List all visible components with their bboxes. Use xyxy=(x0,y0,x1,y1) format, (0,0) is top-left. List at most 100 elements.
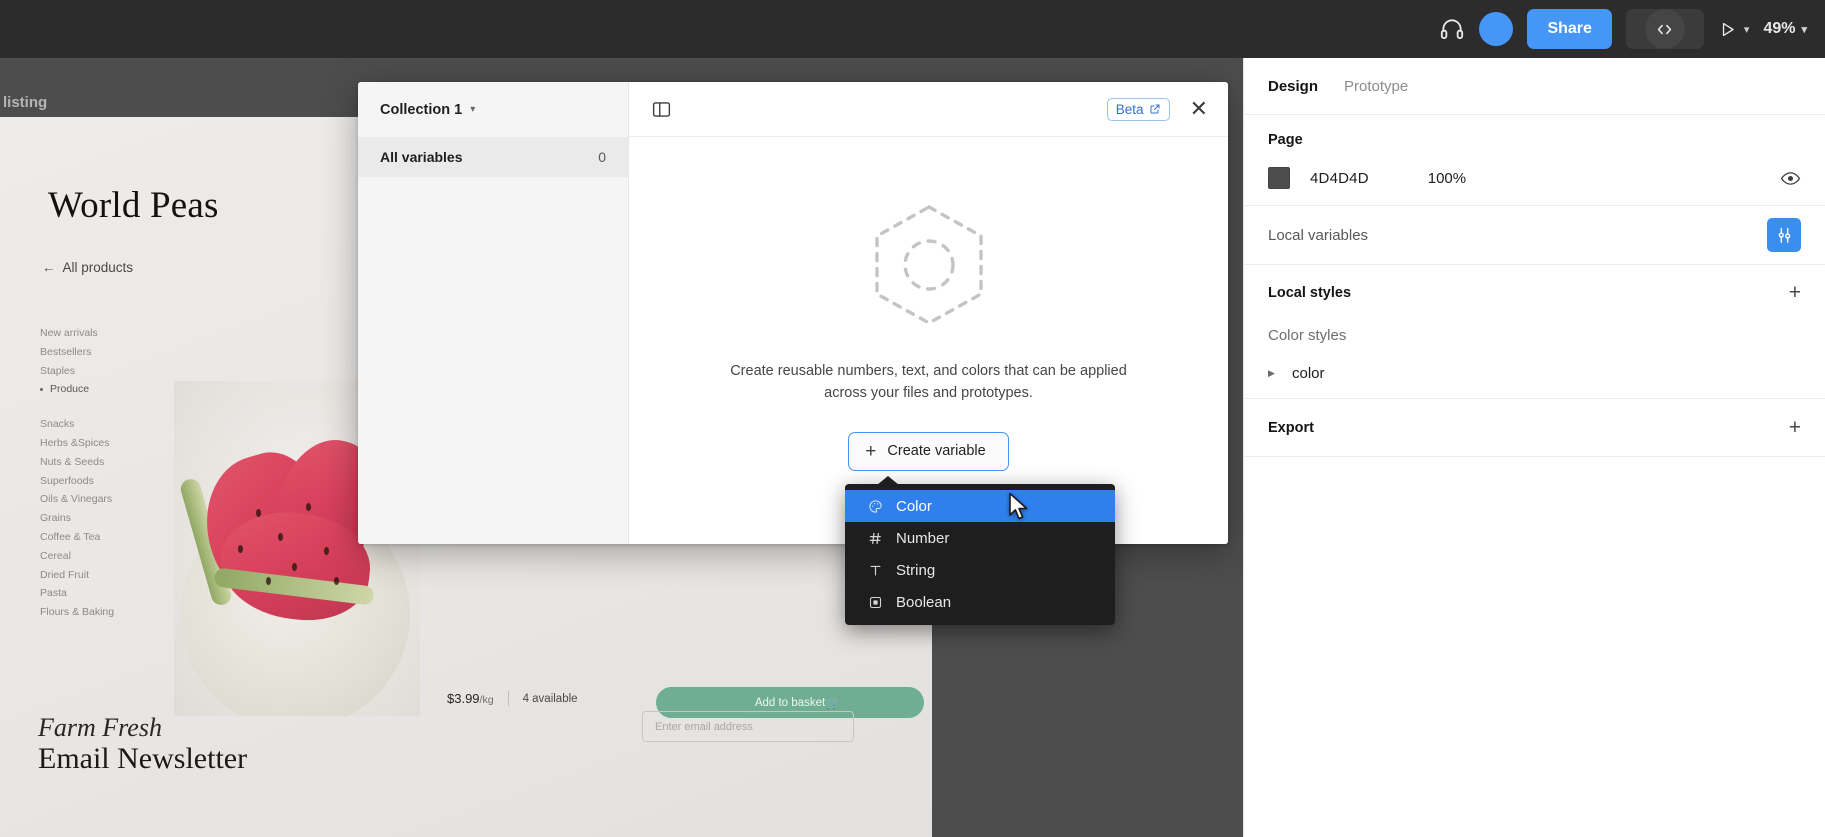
plus-icon[interactable]: + xyxy=(1789,417,1801,438)
menu-item-color[interactable]: Color xyxy=(845,490,1115,522)
price-value: $3.99 xyxy=(447,691,480,706)
menu-item-label: Number xyxy=(896,529,950,547)
hash-icon xyxy=(867,531,884,546)
menu-item-string[interactable]: String xyxy=(845,554,1115,586)
collections-sidebar: Collection 1 ▾ All variables 0 xyxy=(358,82,629,544)
dashed-hexagon-icon xyxy=(867,201,991,334)
menu-item-label: String xyxy=(896,561,936,579)
dev-mode-toggle[interactable] xyxy=(1625,9,1704,49)
category-nav-item[interactable]: Cereal xyxy=(40,547,190,566)
category-nav-item[interactable]: Pasta xyxy=(40,584,190,603)
variables-modal: Collection 1 ▾ All variables 0 Beta ✕ Cr… xyxy=(358,82,1228,544)
plus-icon[interactable]: + xyxy=(1789,282,1801,303)
product-price: $3.99/kg xyxy=(447,691,494,706)
page-color-hex[interactable]: 4D4D4D xyxy=(1310,170,1369,187)
email-input[interactable]: Enter email address xyxy=(642,711,854,742)
present-button[interactable]: ▾ xyxy=(1718,20,1750,39)
tab-prototype[interactable]: Prototype xyxy=(1344,78,1408,95)
all-products-link[interactable]: ← All products xyxy=(42,260,133,275)
eye-icon[interactable] xyxy=(1780,168,1801,189)
newsletter-title: Farm Fresh xyxy=(38,713,162,742)
newsletter-subtitle: Email Newsletter xyxy=(38,742,248,775)
beta-badge[interactable]: Beta xyxy=(1106,97,1170,121)
price-row: $3.99/kg 4 available xyxy=(447,691,578,706)
avatar[interactable] xyxy=(1479,12,1514,46)
chevron-down-icon: ▾ xyxy=(470,104,476,115)
headphones-icon[interactable] xyxy=(1439,16,1465,42)
style-group-color[interactable]: ▶ color xyxy=(1268,365,1801,382)
add-to-basket-label: Add to basket xyxy=(754,696,826,709)
modal-header-actions: Beta ✕ xyxy=(1106,96,1212,122)
category-nav-item[interactable]: Staples xyxy=(40,362,190,381)
collection-selector[interactable]: Collection 1 ▾ xyxy=(358,82,628,137)
color-styles-label: Color styles xyxy=(1268,327,1347,344)
frame-label[interactable]: oduct listing xyxy=(0,94,47,111)
category-nav-item[interactable]: Snacks xyxy=(40,415,190,434)
category-nav-item[interactable]: New arrivals xyxy=(40,324,190,343)
create-variable-label: Create variable xyxy=(887,443,986,459)
category-nav-item[interactable]: Oils & Vinegars xyxy=(40,490,190,509)
divider xyxy=(507,691,509,706)
local-variables-row[interactable]: Local variables xyxy=(1244,206,1825,265)
category-nav-item[interactable]: Produce xyxy=(40,380,190,399)
sidebar-toggle-icon[interactable] xyxy=(651,98,673,120)
seed xyxy=(306,503,311,511)
empty-state-text: Create reusable numbers, text, and color… xyxy=(730,362,1127,401)
category-nav-item[interactable]: Superfoods xyxy=(40,472,190,491)
page-opacity[interactable]: 100% xyxy=(1428,170,1466,187)
beta-label: Beta xyxy=(1115,101,1144,117)
page-section-title: Page xyxy=(1268,132,1303,148)
category-nav-item[interactable]: Grains xyxy=(40,509,190,528)
menu-item-number[interactable]: Number xyxy=(845,522,1115,554)
page-color-row: 4D4D4D 100% xyxy=(1268,167,1801,189)
category-nav-item[interactable]: Dried Fruit xyxy=(40,566,190,585)
toolbar-actions: Share ▾ 49% ▾ xyxy=(1439,9,1825,49)
color-swatch[interactable] xyxy=(1268,167,1290,189)
menu-item-label: Color xyxy=(896,497,932,515)
menu-item-boolean[interactable]: Boolean xyxy=(845,586,1115,618)
seed xyxy=(238,545,243,553)
create-variable-button[interactable]: + Create variable xyxy=(848,431,1009,471)
menu-item-label: Boolean xyxy=(896,593,952,611)
all-products-label: All products xyxy=(62,260,134,275)
seed xyxy=(324,547,329,555)
close-icon[interactable]: ✕ xyxy=(1186,96,1212,122)
app-root: Share ▾ 49% ▾ o xyxy=(0,0,1825,837)
local-styles-title: Local styles xyxy=(1268,284,1352,301)
variables-sliders-icon[interactable] xyxy=(1767,218,1801,252)
basket-icon: 🛒 xyxy=(825,695,840,710)
page-section: Page 4D4D4D 100% xyxy=(1244,115,1825,206)
tab-design[interactable]: Design xyxy=(1268,78,1318,95)
category-nav-item[interactable]: Herbs &Spices xyxy=(40,434,190,453)
top-toolbar: Share ▾ 49% ▾ xyxy=(0,0,1825,58)
category-nav-item[interactable]: Bestsellers xyxy=(40,343,190,362)
chevron-down-icon: ▾ xyxy=(1743,23,1750,36)
palette-icon xyxy=(867,499,884,514)
seed xyxy=(292,563,297,571)
export-title: Export xyxy=(1268,419,1314,436)
plus-icon: + xyxy=(865,440,877,462)
modal-header: Beta ✕ xyxy=(629,82,1228,137)
zoom-control[interactable]: 49% ▾ xyxy=(1763,20,1807,38)
all-variables-label: All variables xyxy=(380,149,463,165)
text-t-icon xyxy=(867,563,884,578)
seed xyxy=(256,509,261,517)
chevron-right-icon: ▶ xyxy=(1268,368,1275,378)
back-arrow-icon: ← xyxy=(42,260,56,275)
design-panel: Design Prototype Page 4D4D4D 100% Local … xyxy=(1243,58,1825,837)
collection-name: Collection 1 xyxy=(380,101,463,118)
menu-arrow xyxy=(877,476,899,485)
code-icon xyxy=(1644,9,1685,49)
share-button[interactable]: Share xyxy=(1527,9,1612,49)
category-nav: New arrivals Bestsellers Staples Produce Sna… xyxy=(40,324,190,622)
boolean-icon xyxy=(867,595,884,610)
local-styles-section: Local styles + Color styles ▶ color xyxy=(1244,265,1825,399)
category-nav-item[interactable]: Coffee & Tea xyxy=(40,528,190,547)
category-nav-item[interactable]: Flours & Baking xyxy=(40,603,190,622)
empty-state: Create reusable numbers, text, and color… xyxy=(629,137,1228,544)
all-variables-item[interactable]: All variables 0 xyxy=(358,137,628,177)
chevron-down-icon: ▾ xyxy=(1801,23,1807,36)
category-nav-item[interactable]: Nuts & Seeds xyxy=(40,453,190,472)
zoom-level: 49% xyxy=(1763,20,1796,37)
mouse-cursor xyxy=(1008,492,1030,527)
